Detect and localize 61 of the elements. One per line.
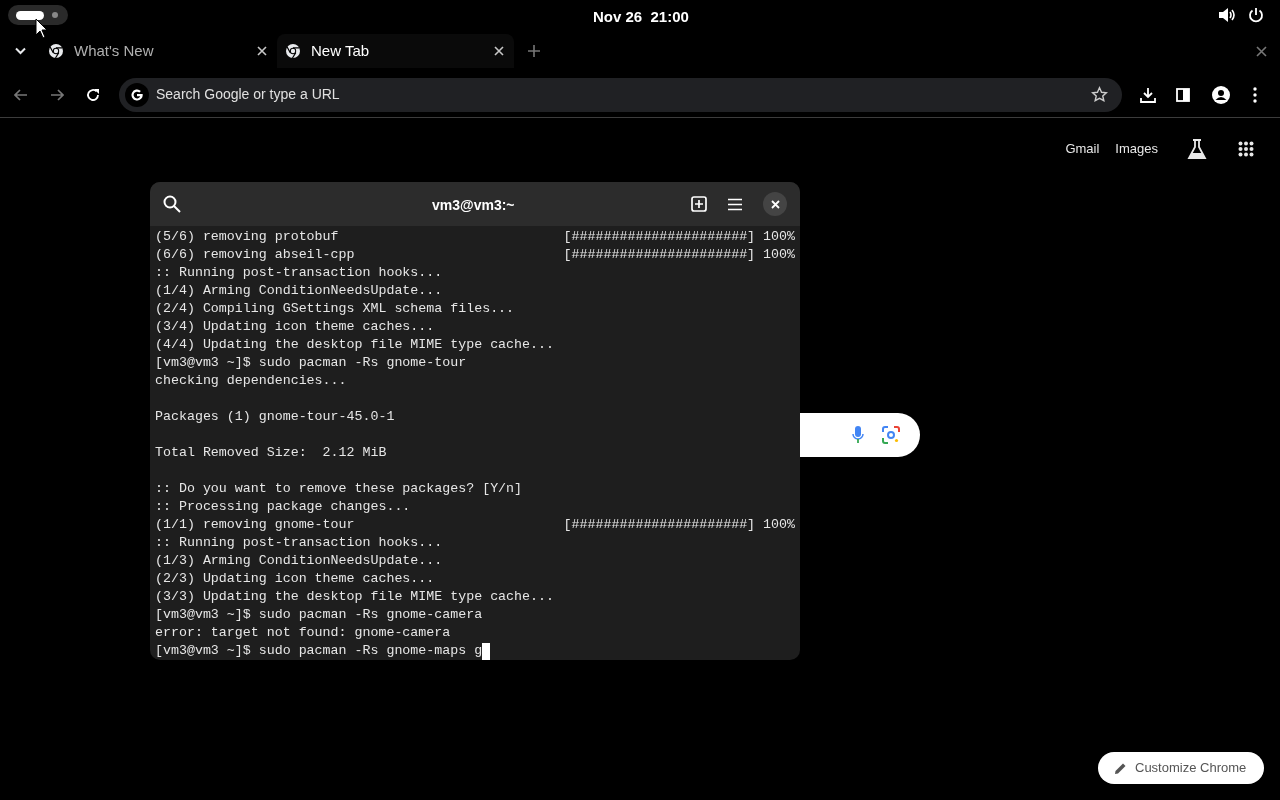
terminal-line: checking dependencies... xyxy=(155,372,347,390)
terminal-line: (5/6) removing protobuf xyxy=(155,228,339,246)
chrome-logo-icon xyxy=(48,43,64,59)
clock[interactable]: Nov 26 21:00 xyxy=(593,6,689,29)
header-link[interactable]: Images xyxy=(1115,139,1158,159)
star-icon[interactable] xyxy=(1091,86,1108,103)
address-bar[interactable]: Search Google or type a URL xyxy=(119,77,1122,112)
forward-arrow-icon[interactable] xyxy=(50,88,64,101)
power-icon[interactable] xyxy=(1248,7,1264,23)
volume-icon[interactable] xyxy=(1218,7,1236,23)
mouse-pointer-icon xyxy=(35,18,48,39)
terminal-line: (3/4) Updating icon theme caches... xyxy=(155,318,435,336)
pencil-icon xyxy=(1114,761,1127,775)
close-button[interactable] xyxy=(763,192,787,216)
tab-title: What's New xyxy=(74,40,155,61)
camera-lens-icon[interactable] xyxy=(882,426,900,444)
progress-text: [######################] 100% xyxy=(563,516,796,534)
terminal-line: (1/4) Arming ConditionNeedsUpdate... xyxy=(155,282,443,300)
tab-title: New Tab xyxy=(311,40,371,61)
terminal-line: (3/3) Updating the desktop file MIME type cache... xyxy=(155,588,554,606)
terminal-line: (2/3) Updating icon theme caches... xyxy=(155,570,435,588)
customize-chrome-button[interactable]: Customize Chrome xyxy=(1098,752,1264,784)
google-logo-icon xyxy=(130,87,144,102)
profile-icon[interactable] xyxy=(1212,85,1230,104)
terminal-line: :: Do you want to remove these packages? [Y/n] xyxy=(155,480,523,498)
flask-icon[interactable] xyxy=(1186,138,1208,160)
download-icon[interactable] xyxy=(1140,86,1156,103)
address-placeholder: Search Google or type a URL xyxy=(156,85,341,104)
terminal-line: (6/6) removing abseil-cpp xyxy=(155,246,355,264)
terminal-line: Total Removed Size: 2.12 MiB xyxy=(155,444,387,462)
back-arrow-icon[interactable] xyxy=(14,88,28,101)
apps-grid-icon[interactable] xyxy=(1238,141,1254,157)
reload-icon[interactable] xyxy=(86,87,100,102)
chrome-logo-icon xyxy=(285,43,301,59)
terminal-line: [vm3@vm3 ~]$ sudo pacman -Rs gnome-maps g xyxy=(155,642,483,660)
close-icon xyxy=(770,199,780,209)
terminal-line: (1/1) removing gnome-tour xyxy=(155,516,355,534)
browser-tab[interactable]: New Tab xyxy=(277,34,514,68)
progress-text: [######################] 100% xyxy=(563,228,796,246)
close-icon[interactable] xyxy=(257,46,267,56)
header-link[interactable]: Gmail xyxy=(1065,139,1100,159)
terminal-line: Packages (1) gnome-tour-45.0-1 xyxy=(155,408,395,426)
activities-indicator[interactable] xyxy=(8,5,68,25)
terminal-line: error: target not found: gnome-camera xyxy=(155,624,451,642)
terminal-line: (1/3) Arming ConditionNeedsUpdate... xyxy=(155,552,443,570)
terminal-line: [vm3@vm3 ~]$ sudo pacman -Rs gnome-tour xyxy=(155,354,467,372)
menu-icon[interactable] xyxy=(1253,86,1257,103)
side-panel-icon[interactable] xyxy=(1176,87,1190,102)
search-box[interactable] xyxy=(800,413,920,457)
terminal-line: (4/4) Updating the desktop file MIME type cache... xyxy=(155,336,554,354)
menu-icon[interactable] xyxy=(727,197,743,211)
window-title: vm3@vm3:~ xyxy=(432,196,515,215)
terminal-line: :: Running post-transaction hooks... xyxy=(155,534,443,552)
terminal-line: (2/4) Compiling GSettings XML schema files... xyxy=(155,300,515,318)
search-icon[interactable] xyxy=(163,195,181,213)
microphone-icon[interactable] xyxy=(852,426,864,444)
terminal-line: :: Processing package changes... xyxy=(155,498,411,516)
terminal-line: :: Running post-transaction hooks... xyxy=(155,264,443,282)
progress-text: [######################] 100% xyxy=(563,246,796,264)
terminal-line: [vm3@vm3 ~]$ sudo pacman -Rs gnome-camera xyxy=(155,606,483,624)
close-icon[interactable] xyxy=(494,46,504,56)
